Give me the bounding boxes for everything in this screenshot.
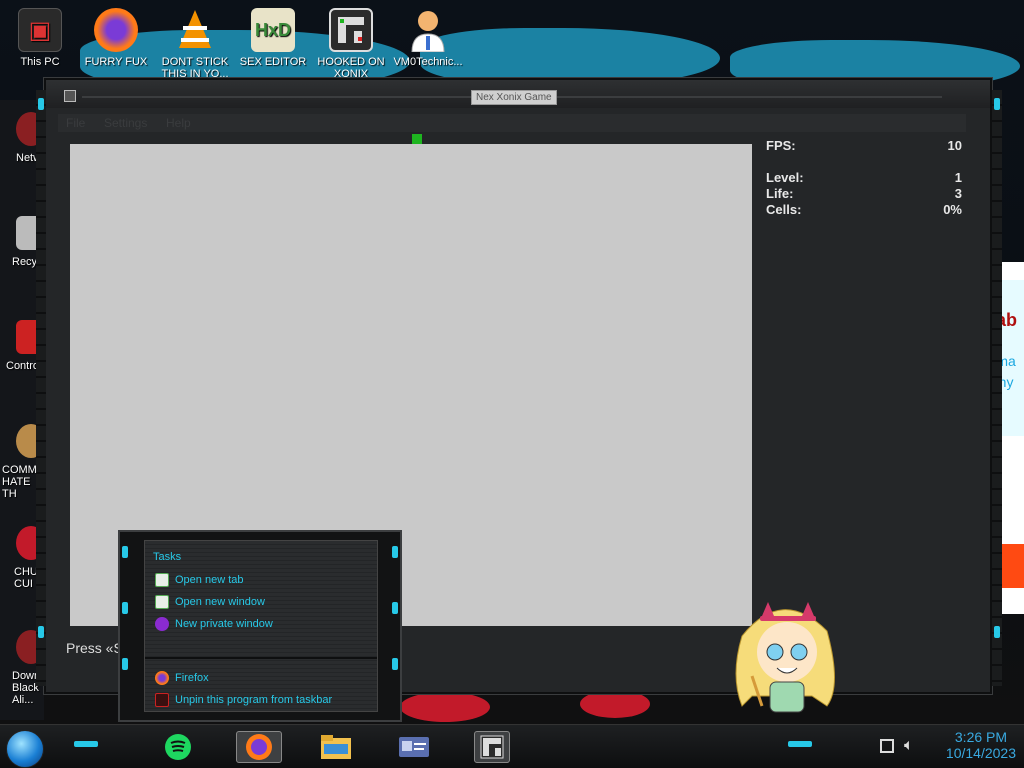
taskbar-app-spotify[interactable] [160, 731, 196, 763]
vlc-icon [173, 8, 217, 52]
jump-item-label: New private window [175, 618, 273, 630]
status-message: Press «S [66, 640, 123, 656]
frame-accent [122, 658, 128, 670]
jump-list-heading: Tasks [153, 551, 182, 563]
clock-date: 10/14/2023 [945, 745, 1016, 761]
jump-item-new-private-window[interactable]: New private window [155, 615, 273, 633]
frame-accent [38, 98, 44, 110]
stat-value: 0% [943, 202, 962, 217]
menu-bar: File Settings Help [58, 114, 966, 132]
firefox-icon [94, 8, 138, 52]
taskbar-app-file-explorer[interactable] [318, 731, 354, 763]
jump-item-label: Open new tab [175, 574, 244, 586]
stat-label: Level: [766, 170, 804, 185]
stat-level: Level: 1 [766, 170, 962, 186]
desktop-icon-sex-editor[interactable]: HxD SEX EDITOR [233, 8, 313, 68]
desktop-icon-label: SEX EDITOR [239, 56, 307, 68]
desktop-icon-vlc[interactable]: DONT STICK THIS IN YO... [155, 8, 235, 80]
frame-accent [994, 98, 1000, 110]
firefox-icon [246, 734, 272, 760]
network-tray-icon[interactable] [880, 739, 894, 753]
stat-value: 10 [947, 138, 962, 153]
taskbar-app-xonix[interactable] [474, 731, 510, 763]
stat-value: 3 [954, 186, 962, 201]
jump-item-unpin[interactable]: Unpin this program from taskbar [155, 691, 332, 709]
taskbar-app-id-card[interactable] [396, 731, 432, 763]
desktop-icon-label: DONT STICK THIS IN YO... [161, 56, 229, 80]
hxd-icon: HxD [251, 8, 295, 52]
window-titlebar[interactable]: Nex Xonix Game [46, 80, 990, 108]
jump-list-divider [145, 657, 377, 659]
frame-accent [392, 546, 398, 558]
stat-life: Life: 3 [766, 186, 962, 202]
unpin-icon [155, 693, 169, 707]
desktop-icon-label: This PC [20, 56, 60, 68]
computer-icon: ▣ [18, 8, 62, 52]
file-explorer-icon [321, 735, 351, 759]
taskbar: 🔈︎ 3:26 PM 10/14/2023 [0, 724, 1024, 768]
new-tab-icon [155, 573, 169, 587]
stat-label: FPS: [766, 138, 796, 153]
xonix-icon [329, 8, 373, 52]
jump-item-open-new-tab[interactable]: Open new tab [155, 571, 244, 589]
jump-item-open-new-window[interactable]: Open new window [155, 593, 265, 611]
desktop-icon-this-pc[interactable]: ▣ This PC [0, 8, 80, 68]
doctor-icon [406, 8, 450, 52]
system-clock[interactable]: 3:26 PM 10/14/2023 [946, 729, 1016, 761]
frame-accent [122, 602, 128, 614]
menu-file[interactable]: File [66, 116, 85, 130]
stat-label: Life: [766, 186, 794, 201]
desktop-icon-label: HOOKED ON XONIX [317, 56, 385, 80]
spotify-icon [165, 734, 191, 760]
desktop-icon-vm0technic[interactable]: VM0Technic... [388, 8, 468, 68]
wallpaper-shape [400, 692, 490, 722]
frame-accent [392, 602, 398, 614]
frame-accent [994, 626, 1000, 638]
firefox-icon [155, 671, 169, 685]
jump-item-label: Open new window [175, 596, 265, 608]
app-icon [64, 90, 76, 102]
start-button[interactable] [6, 730, 44, 768]
jump-item-label: Unpin this program from taskbar [175, 694, 333, 706]
jump-item-label: Firefox [175, 672, 209, 684]
wallpaper-shape [580, 690, 650, 718]
desktop-icon-hooked-on-xonix[interactable]: HOOKED ON XONIX [311, 8, 391, 80]
window-title: Nex Xonix Game [471, 90, 557, 105]
jump-item-firefox[interactable]: Firefox [155, 669, 209, 687]
frame-accent [392, 658, 398, 670]
taskbar-accent [74, 741, 98, 747]
stat-value: 1 [954, 170, 962, 185]
frame-accent [122, 546, 128, 558]
xonix-icon [480, 735, 504, 759]
taskbar-jump-list: Tasks Open new tab Open new window New p… [118, 530, 402, 722]
desktop-icon-label: FURRY FUX [84, 56, 148, 68]
stats-panel: FPS: 10 Level: 1 Life: 3 Cells: 0% [766, 138, 962, 218]
id-card-icon [399, 737, 429, 757]
player-cursor [412, 134, 422, 144]
stat-label: Cells: [766, 202, 802, 217]
frame-accent [38, 626, 44, 638]
stat-cells: Cells: 0% [766, 202, 962, 218]
desktop-icon-furry-fux[interactable]: FURRY FUX [76, 8, 156, 68]
stat-fps: FPS: 10 [766, 138, 962, 154]
window-frame-left [36, 90, 46, 686]
private-window-icon [155, 617, 169, 631]
jump-list-panel: Tasks Open new tab Open new window New p… [144, 540, 378, 712]
menu-help[interactable]: Help [166, 116, 191, 130]
character-sticker [732, 596, 842, 726]
desktop-icon-label: VM0Technic... [393, 56, 463, 68]
menu-settings[interactable]: Settings [104, 116, 147, 130]
taskbar-app-firefox[interactable] [236, 731, 282, 763]
new-window-icon [155, 595, 169, 609]
volume-icon[interactable]: 🔈︎ [904, 737, 914, 755]
taskbar-accent [788, 741, 812, 747]
clock-time: 3:26 PM [954, 729, 1008, 745]
window-frame-right [992, 90, 1002, 686]
